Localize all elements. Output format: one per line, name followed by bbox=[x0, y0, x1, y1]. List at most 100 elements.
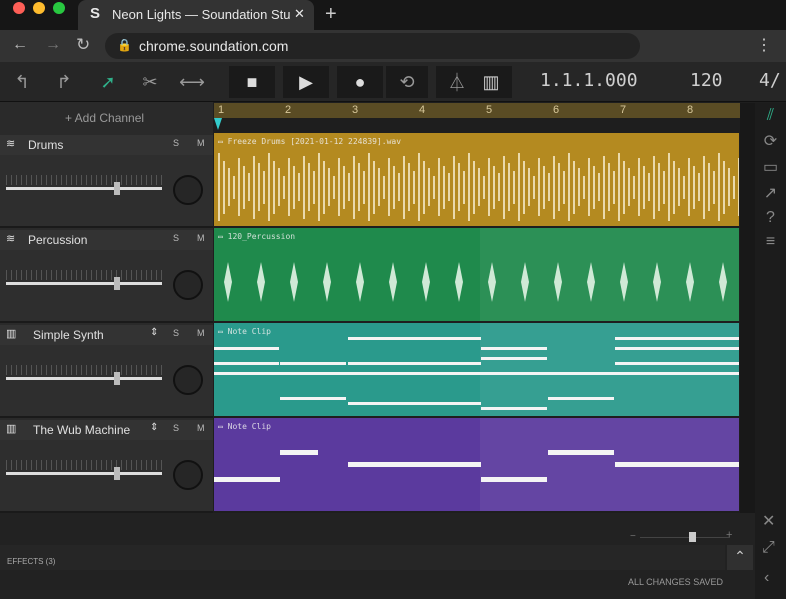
library-icon[interactable]: ⫽ bbox=[755, 107, 786, 125]
position-display[interactable]: 1.1.1.000 bbox=[540, 70, 638, 91]
close-panel-icon[interactable]: ✕ bbox=[762, 511, 775, 531]
channel-strip[interactable]: ▥ The Wub Machine ⇕ S M bbox=[0, 420, 213, 513]
clip[interactable]: ▭ 120_Percussion bbox=[214, 228, 739, 321]
clip-label: ▭ Freeze Drums [2021-01-12 224839].wav bbox=[218, 137, 401, 146]
solo-button[interactable]: S bbox=[173, 138, 179, 148]
volume-fader-thumb[interactable] bbox=[114, 182, 120, 195]
volume-fader[interactable] bbox=[6, 365, 162, 385]
channel-strip[interactable]: ≋ Drums S M bbox=[0, 135, 213, 228]
playhead-icon[interactable] bbox=[214, 118, 222, 130]
back-button[interactable]: ← bbox=[12, 36, 28, 54]
collapse-sidebar-icon[interactable]: ‹ bbox=[764, 569, 769, 587]
solo-button[interactable]: S bbox=[173, 233, 179, 243]
channel-header: ▥ The Wub Machine ⇕ S M bbox=[0, 420, 213, 440]
loop-library-icon[interactable]: ⟳ bbox=[755, 131, 786, 151]
mute-button[interactable]: M bbox=[197, 423, 205, 433]
pan-knob[interactable] bbox=[173, 175, 203, 205]
new-tab-button[interactable]: + bbox=[325, 3, 337, 26]
instrument-menu-icon[interactable]: ⇕ bbox=[150, 327, 158, 338]
browser-tab-bar: S Neon Lights — Soundation Stu ✕ + bbox=[0, 0, 786, 30]
zoom-out-button[interactable]: − bbox=[630, 531, 636, 542]
folder-icon[interactable]: ▭ bbox=[755, 157, 786, 177]
clip-icon: ▭ bbox=[218, 137, 228, 146]
record-button[interactable]: ● bbox=[337, 66, 383, 98]
ruler-bar-number: 3 bbox=[352, 104, 359, 116]
stretch-tool-button[interactable]: ⟷ bbox=[172, 66, 212, 98]
mute-button[interactable]: M bbox=[197, 233, 205, 243]
minimize-window-button[interactable] bbox=[33, 2, 45, 14]
volume-fader-thumb[interactable] bbox=[114, 372, 120, 385]
clip-name: Note Clip bbox=[227, 327, 271, 336]
instrument-menu-icon[interactable]: ⇕ bbox=[150, 422, 158, 433]
channel-name[interactable]: Percussion bbox=[28, 233, 87, 247]
keyboard-button[interactable]: ▥ bbox=[470, 66, 512, 98]
mute-button[interactable]: M bbox=[197, 138, 205, 148]
pan-knob[interactable] bbox=[173, 270, 203, 300]
reload-button[interactable]: ↻ bbox=[76, 35, 90, 55]
browser-tab[interactable]: S Neon Lights — Soundation Stu ✕ bbox=[78, 0, 314, 30]
instrument-icon: ≋ bbox=[6, 233, 16, 245]
channel-strip[interactable]: ≋ Percussion S M bbox=[0, 230, 213, 323]
time-signature-display[interactable]: 4/ bbox=[759, 70, 781, 91]
volume-fader-thumb[interactable] bbox=[114, 277, 120, 290]
channel-name[interactable]: The Wub Machine bbox=[33, 423, 130, 437]
close-tab-icon[interactable]: ✕ bbox=[294, 6, 305, 22]
mixer-icon[interactable]: ≡ bbox=[755, 233, 786, 251]
pointer-tool-button[interactable]: ➚ bbox=[88, 66, 128, 98]
volume-fader-thumb[interactable] bbox=[114, 467, 120, 480]
volume-fader[interactable] bbox=[6, 270, 162, 290]
tab-title: Neon Lights — Soundation Stu bbox=[112, 7, 291, 22]
help-icon[interactable]: ? bbox=[755, 209, 786, 227]
ruler-bar-number: 5 bbox=[486, 104, 493, 116]
clip-icon: ▭ bbox=[218, 422, 228, 431]
clip-label: ▭ Note Clip bbox=[218, 327, 271, 336]
clip[interactable]: ▭ Freeze Drums [2021-01-12 224839].wav bbox=[214, 133, 739, 226]
ruler-bar-number: 6 bbox=[553, 104, 560, 116]
url-field[interactable]: 🔒 chrome.soundation.com bbox=[105, 33, 640, 59]
pan-knob[interactable] bbox=[173, 460, 203, 490]
expand-effects-button[interactable]: ⌃ bbox=[727, 545, 753, 570]
timeline-ruler[interactable]: 1 2 3 4 5 6 7 8 bbox=[214, 103, 740, 118]
lock-icon: 🔒 bbox=[117, 38, 132, 52]
scissors-tool-button[interactable]: ✂ bbox=[130, 66, 170, 98]
maximize-window-button[interactable] bbox=[53, 2, 65, 14]
channel-header: ≋ Drums S M bbox=[0, 135, 213, 155]
play-button[interactable]: ▶ bbox=[283, 66, 329, 98]
right-sidebar: ⫽ ⟳ ▭ ↗ ? ≡ ✕ ⤢ ‹ bbox=[755, 103, 786, 599]
volume-fader[interactable] bbox=[6, 175, 162, 195]
browser-menu-icon[interactable]: ⋮ bbox=[756, 35, 772, 55]
solo-button[interactable]: S bbox=[173, 423, 179, 433]
vertical-scrollbar[interactable] bbox=[740, 103, 755, 513]
undo-button[interactable]: ↰ bbox=[2, 66, 42, 98]
address-bar-row: ← → ↻ 🔒 chrome.soundation.com ⋮ bbox=[0, 30, 786, 62]
ruler-bar-number: 1 bbox=[218, 104, 225, 116]
close-window-button[interactable] bbox=[13, 2, 25, 14]
zoom-in-button[interactable]: + bbox=[726, 529, 732, 541]
ruler-bar-number: 8 bbox=[687, 104, 694, 116]
mute-button[interactable]: M bbox=[197, 328, 205, 338]
tempo-display[interactable]: 120 bbox=[690, 70, 723, 91]
automation-icon[interactable]: ↗ bbox=[755, 183, 786, 203]
expand-icon[interactable]: ⤢ bbox=[762, 539, 775, 557]
pan-knob[interactable] bbox=[173, 365, 203, 395]
channel-header: ≋ Percussion S M bbox=[0, 230, 213, 250]
ruler-bar-number: 7 bbox=[620, 104, 627, 116]
effects-tab[interactable]: EFFECTS (3) bbox=[7, 557, 55, 566]
channel-name[interactable]: Drums bbox=[28, 138, 63, 152]
soundation-logo-icon: S bbox=[90, 5, 101, 22]
add-channel-button[interactable]: + Add Channel bbox=[65, 111, 144, 125]
solo-button[interactable]: S bbox=[173, 328, 179, 338]
channel-strip[interactable]: ▥ Simple Synth ⇕ S M bbox=[0, 325, 213, 418]
forward-button[interactable]: → bbox=[45, 36, 61, 54]
stop-button[interactable]: ■ bbox=[229, 66, 275, 98]
loop-button[interactable]: ⟲ bbox=[386, 66, 428, 98]
clip-label: ▭ Note Clip bbox=[218, 422, 271, 431]
channel-name[interactable]: Simple Synth bbox=[33, 328, 104, 342]
zoom-slider[interactable] bbox=[640, 537, 730, 538]
redo-button[interactable]: ↱ bbox=[44, 66, 84, 98]
zoom-slider-thumb[interactable] bbox=[689, 532, 696, 542]
volume-fader[interactable] bbox=[6, 460, 162, 480]
clip[interactable]: ▭ Note Clip bbox=[214, 418, 739, 511]
clip-name: 120_Percussion bbox=[227, 232, 296, 241]
clip[interactable]: ▭ Note Clip bbox=[214, 323, 739, 416]
